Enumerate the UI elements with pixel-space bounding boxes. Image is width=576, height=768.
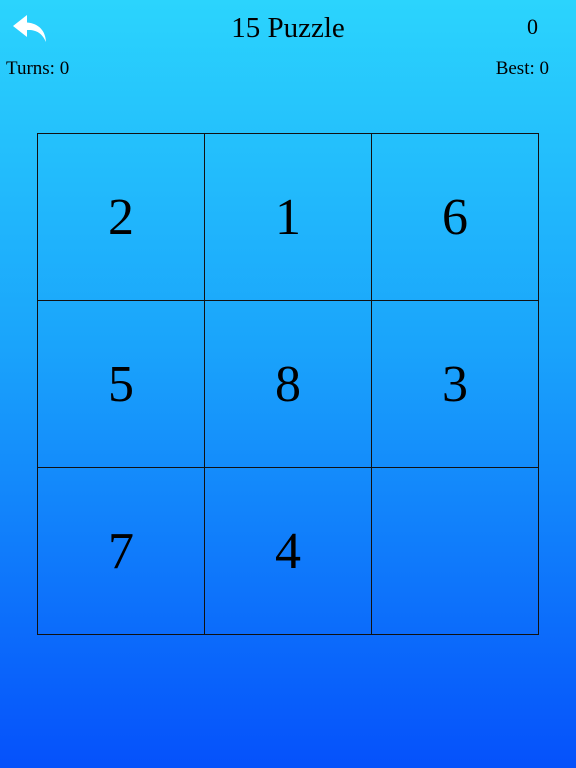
puzzle-tile[interactable]: 6 bbox=[372, 134, 539, 301]
page-title: 15 Puzzle bbox=[231, 12, 345, 44]
puzzle-tile[interactable]: 3 bbox=[372, 301, 539, 468]
puzzle-tile[interactable]: 1 bbox=[205, 134, 372, 301]
puzzle-board: 2 1 6 5 8 3 7 4 bbox=[37, 133, 539, 635]
best-label: Best: bbox=[495, 58, 540, 79]
puzzle-tile[interactable]: 4 bbox=[205, 468, 372, 635]
best-value: 0 bbox=[539, 58, 550, 79]
turns-value: 0 bbox=[59, 58, 70, 79]
puzzle-tile[interactable]: 8 bbox=[205, 301, 372, 468]
timer-value: 0 bbox=[527, 14, 538, 39]
puzzle-tile[interactable]: 7 bbox=[38, 468, 205, 635]
best-score: Best: 0 bbox=[496, 56, 549, 82]
puzzle-tile[interactable]: 2 bbox=[38, 134, 205, 301]
turns-label: Turns: bbox=[6, 58, 60, 79]
empty-tile-slot bbox=[372, 468, 539, 635]
turns-counter: Turns: 0 bbox=[6, 56, 69, 82]
puzzle-tile[interactable]: 5 bbox=[38, 301, 205, 468]
